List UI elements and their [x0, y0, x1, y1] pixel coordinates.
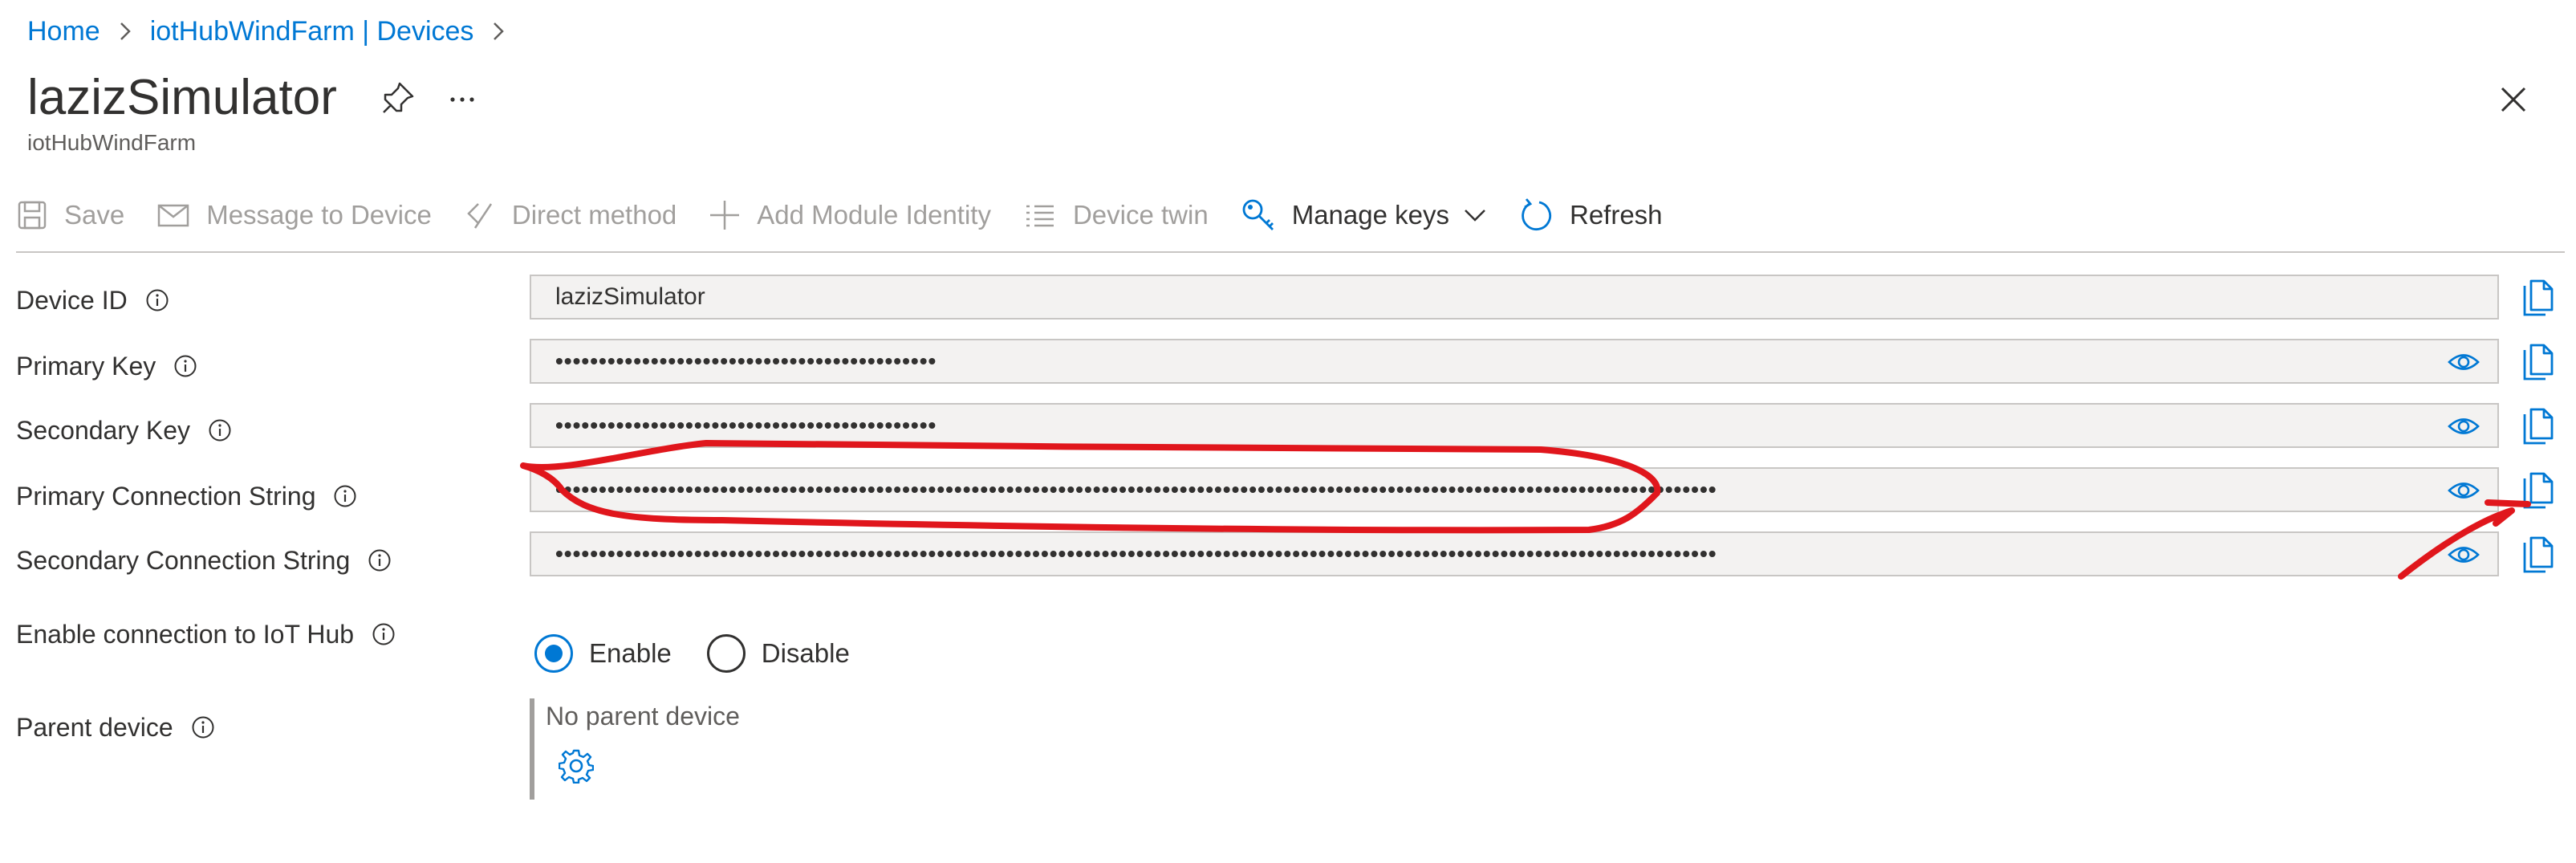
refresh-button[interactable]: Refresh	[1518, 193, 1663, 238]
chevron-right-icon	[491, 21, 506, 42]
direct-method-button[interactable]: Direct method	[464, 193, 677, 238]
device-twin-button[interactable]: Device twin	[1023, 193, 1209, 238]
save-label: Save	[64, 200, 125, 230]
show-secondary-connection-eye-icon[interactable]	[2448, 541, 2480, 568]
copy-device-id-icon[interactable]	[2520, 278, 2555, 318]
copy-primary-key-icon[interactable]	[2520, 342, 2555, 382]
add-module-identity-label: Add Module Identity	[757, 200, 991, 230]
key-icon	[1242, 199, 1274, 230]
refresh-label: Refresh	[1569, 200, 1663, 230]
breadcrumb: Home iotHubWindFarm | Devices	[27, 13, 523, 50]
info-icon[interactable]	[208, 418, 232, 442]
primary-key-field[interactable]: ••••••••••••••••••••••••••••••••••••••••…	[530, 339, 2499, 384]
save-icon	[18, 201, 47, 230]
page-subtitle: iotHubWindFarm	[27, 130, 197, 155]
info-icon[interactable]	[191, 715, 215, 739]
secondary-connection-string-field[interactable]: ••••••••••••••••••••••••••••••••••••••••…	[530, 531, 2499, 576]
device-id-field[interactable]: lazizSimulator	[530, 275, 2499, 320]
info-icon[interactable]	[145, 288, 169, 312]
add-icon	[710, 201, 740, 230]
primary-key-label: Primary Key	[16, 344, 197, 389]
enable-connection-radio-group: Enable Disable	[534, 629, 885, 678]
show-primary-connection-eye-icon[interactable]	[2448, 477, 2480, 504]
show-primary-key-eye-icon[interactable]	[2448, 348, 2480, 376]
radio-disable[interactable]: Disable	[706, 634, 850, 673]
device-twin-label: Device twin	[1072, 200, 1209, 230]
secondary-key-label: Secondary Key	[16, 408, 232, 453]
message-to-device-button[interactable]: Message to Device	[156, 193, 432, 238]
breadcrumb-home[interactable]: Home	[27, 16, 100, 47]
primary-connection-string-field[interactable]: ••••••••••••••••••••••••••••••••••••••••…	[530, 467, 2499, 512]
chevron-right-icon	[118, 21, 132, 42]
secondary-key-field[interactable]: ••••••••••••••••••••••••••••••••••••••••…	[530, 403, 2499, 448]
secondary-connection-string-label: Secondary Connection String	[16, 538, 392, 583]
radio-disable-indicator	[706, 634, 746, 673]
info-icon[interactable]	[372, 622, 396, 646]
parent-device-label: Parent device	[16, 705, 215, 750]
close-icon[interactable]	[2497, 83, 2529, 116]
breadcrumb-devices[interactable]: iotHubWindFarm | Devices	[150, 16, 474, 47]
refresh-icon	[1522, 198, 1551, 231]
radio-enable-indicator	[534, 634, 573, 673]
enable-connection-label: Enable connection to IoT Hub	[16, 612, 396, 657]
message-to-device-label: Message to Device	[206, 200, 432, 230]
more-icon[interactable]	[446, 83, 478, 116]
parent-device-bar	[530, 698, 534, 800]
page-title: lazizSimulator	[27, 70, 337, 125]
copy-primary-connection-string-icon[interactable]	[2520, 470, 2555, 511]
manage-keys-dropdown[interactable]: Manage keys	[1241, 193, 1486, 238]
primary-connection-string-label: Primary Connection String	[16, 474, 357, 519]
pin-icon[interactable]	[380, 80, 416, 116]
copy-secondary-key-icon[interactable]	[2520, 406, 2555, 446]
direct-method-icon	[467, 203, 492, 229]
list-icon	[1026, 205, 1054, 227]
info-icon[interactable]	[173, 354, 197, 378]
manage-keys-label: Manage keys	[1291, 200, 1449, 230]
show-secondary-key-eye-icon[interactable]	[2448, 413, 2480, 440]
copy-secondary-connection-string-icon[interactable]	[2520, 535, 2555, 575]
command-bar: Save Message to Device Direct method Add…	[16, 193, 1695, 238]
radio-enable[interactable]: Enable	[534, 634, 672, 673]
device-id-label: Device ID	[16, 278, 169, 323]
add-module-identity-button[interactable]: Add Module Identity	[709, 193, 991, 238]
direct-method-label: Direct method	[511, 200, 677, 230]
info-icon[interactable]	[368, 548, 392, 572]
info-icon[interactable]	[333, 484, 357, 508]
parent-device-value: No parent device	[546, 702, 740, 731]
chevron-down-icon	[1465, 210, 1485, 222]
save-button[interactable]: Save	[16, 193, 124, 238]
gear-icon[interactable]	[558, 748, 595, 784]
toolbar-divider	[16, 251, 2565, 253]
mail-icon	[157, 204, 189, 227]
